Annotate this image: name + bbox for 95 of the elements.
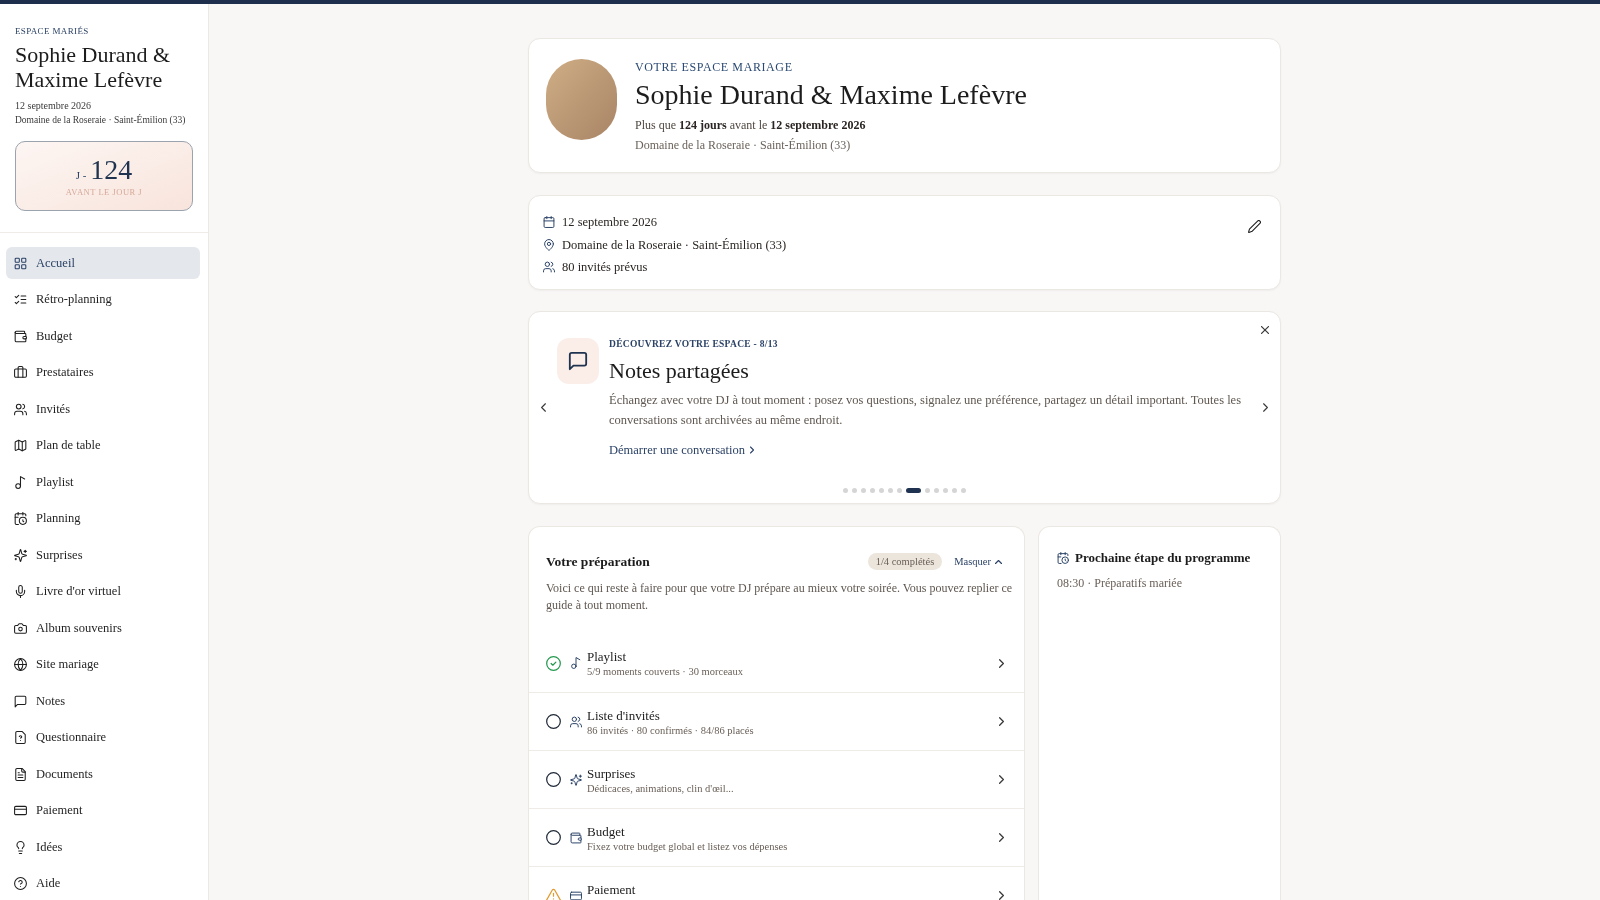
next-step-text: 08:30 · Préparatifs mariée: [1057, 575, 1183, 591]
sidebar-item[interactable]: Site mariage: [6, 648, 200, 681]
calendar-clock-icon: [1057, 552, 1069, 564]
countdown-prefix: J -: [75, 167, 87, 182]
chevron-right-icon: [999, 717, 1004, 726]
start-conversation-link[interactable]: Démarrer une conversation: [609, 442, 755, 458]
sidebar-item[interactable]: Idées: [6, 831, 200, 863]
chevron-right-icon: [999, 658, 1004, 668]
discover-title: Notes partagées: [609, 357, 749, 385]
countdown-value: 124: [90, 154, 133, 185]
chevron-right-icon: [999, 775, 1004, 784]
credit-card-icon: [570, 889, 582, 900]
event-detail: 12 septembre 2026: [562, 214, 658, 231]
progress-badge: 1/4 complétés: [867, 553, 943, 570]
music-note-icon: [14, 475, 27, 489]
help-icon: [14, 877, 27, 890]
people-icon: [570, 715, 582, 728]
next-step-title: Prochaine étape du programme: [1075, 550, 1251, 566]
profile-title: Sophie Durand & Maxime Lefèvre: [635, 78, 1027, 112]
countdown-caption: AVANT LE JOUR J: [65, 186, 143, 198]
couple-name: Sophie Durand & Maxime Lefèvre: [15, 42, 172, 92]
check-circle-icon: [546, 655, 561, 671]
empty-circle-icon: [546, 772, 561, 787]
sparkle-icon: [570, 773, 582, 786]
sidebar-item[interactable]: Budget: [6, 320, 200, 352]
task-title: Surprises: [587, 766, 637, 782]
sidebar-item[interactable]: Planning: [6, 502, 200, 535]
task-title: Paiement: [587, 882, 636, 898]
task-title: Playlist: [587, 649, 627, 665]
discover-eyebrow: DÉCOUVREZ VOTRE ESPACE - 8/13: [609, 338, 778, 351]
preparation-title: Votre préparation: [546, 553, 650, 570]
profile-venue: Domaine de la Roseraie · Saint-Émilion (33): [635, 137, 852, 153]
sidebar-item[interactable]: Paiement: [6, 794, 200, 827]
profile-eyebrow: VOTRE ESPACE MARIAGE: [635, 59, 794, 75]
sidebar-item[interactable]: Rétro-planning: [6, 283, 200, 316]
checklist-icon: [14, 293, 27, 306]
map-pin-icon: [543, 238, 555, 251]
sidebar-item[interactable]: Documents: [6, 758, 200, 790]
camera-icon: [14, 621, 27, 635]
warning-icon: [546, 888, 561, 900]
credit-card-icon: [14, 804, 27, 817]
grid-icon: [14, 256, 27, 270]
chevron-right-icon: [1262, 402, 1268, 412]
countdown-summary: Plus que 124 jours avant le 12 septembre 2026: [635, 117, 867, 133]
hide-toggle[interactable]: Masquer: [954, 554, 1002, 569]
sidebar-item[interactable]: Aide: [6, 867, 200, 900]
task-subtitle: Dédicaces, animations, clin d'œil...: [587, 782, 734, 796]
map-icon: [14, 439, 27, 452]
chevron-left-icon: [540, 402, 546, 412]
speech-bubble-icon: [557, 338, 599, 384]
event-detail: Domaine de la Roseraie · Saint-Émilion (33): [562, 236, 787, 253]
sidebar-item[interactable]: Plan de table: [6, 429, 200, 462]
close-icon: [1261, 326, 1269, 334]
sidebar-item[interactable]: Album souvenirs: [6, 612, 200, 644]
question-document-icon: [14, 731, 27, 744]
empty-circle-icon: [546, 714, 561, 729]
sidebar-item[interactable]: Surprises: [6, 539, 200, 571]
globe-icon: [14, 658, 27, 671]
event-detail: 80 invités prévus: [562, 259, 648, 276]
sidebar-item[interactable]: Questionnaire: [6, 721, 200, 754]
people-icon: [14, 402, 27, 416]
wallet-icon: [14, 329, 27, 343]
sparkle-icon: [14, 548, 27, 562]
music-note-icon: [570, 657, 582, 669]
people-icon: [543, 261, 555, 274]
document-icon: [14, 767, 27, 781]
speech-bubble-icon: [14, 694, 27, 708]
chevron-right-icon: [999, 833, 1004, 842]
sidebar-item[interactable]: Accueil: [6, 247, 200, 279]
wedding-date: 12 septembre 2026: [15, 99, 93, 113]
sidebar-item[interactable]: Prestataires: [6, 356, 200, 389]
sidebar-item[interactable]: Livre d'or virtuel: [6, 575, 200, 608]
discover-description: Échangez avec votre DJ à tout moment : posez vos questions, signalez une préférence, partagez un détail important. Toutes les conversations sont archivées au même endroit.: [609, 392, 1242, 429]
calendar-icon: [543, 216, 555, 229]
sidebar-item[interactable]: Playlist: [6, 466, 200, 498]
task-title: Budget: [587, 824, 626, 840]
wedding-venue: Domaine de la Roseraie · Saint-Émilion (33): [15, 113, 187, 127]
chevron-right-icon: [999, 891, 1004, 900]
task-title: Liste d'invités: [587, 708, 661, 724]
task-subtitle: 86 invités · 80 confirmés · 84/86 placés: [587, 724, 754, 738]
task-subtitle: 5/9 moments couverts · 30 morceaux: [587, 665, 743, 679]
briefcase-icon: [14, 366, 27, 379]
task-subtitle: Fixez votre budget global et listez vos dépenses: [587, 840, 788, 854]
pencil-icon: [1247, 219, 1261, 233]
empty-circle-icon: [546, 830, 561, 845]
chevron-right-icon: [750, 446, 755, 454]
wallet-icon: [570, 831, 582, 844]
lightbulb-icon: [14, 840, 27, 854]
microphone-icon: [14, 585, 27, 598]
sidebar-item[interactable]: Invités: [6, 393, 200, 425]
chevron-up-icon: [995, 559, 1002, 564]
sidebar-item[interactable]: Notes: [6, 685, 200, 717]
calendar-clock-icon: [14, 512, 27, 525]
preparation-description: Voici ce qui reste à faire pour que votre DJ prépare au mieux votre soirée. Vous pouvez replier ce guide à tout moment.: [546, 580, 1014, 614]
sidebar-eyebrow: ESPACE MARIÉS: [15, 25, 90, 37]
